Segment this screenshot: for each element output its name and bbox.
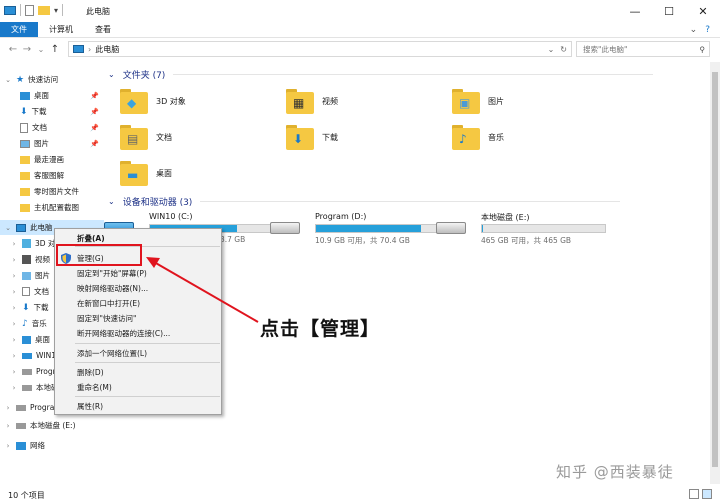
details-view-icon[interactable] — [689, 489, 699, 499]
large-icons-view-icon[interactable] — [702, 489, 712, 499]
status-bar: 10 个项目 — [0, 486, 720, 504]
annotation-callout: 点击【管理】 — [260, 318, 381, 340]
item-count: 10 个项目 — [8, 490, 45, 500]
annotation-arrow — [146, 257, 259, 323]
watermark: 知乎 @西装暴徒 — [556, 463, 674, 481]
